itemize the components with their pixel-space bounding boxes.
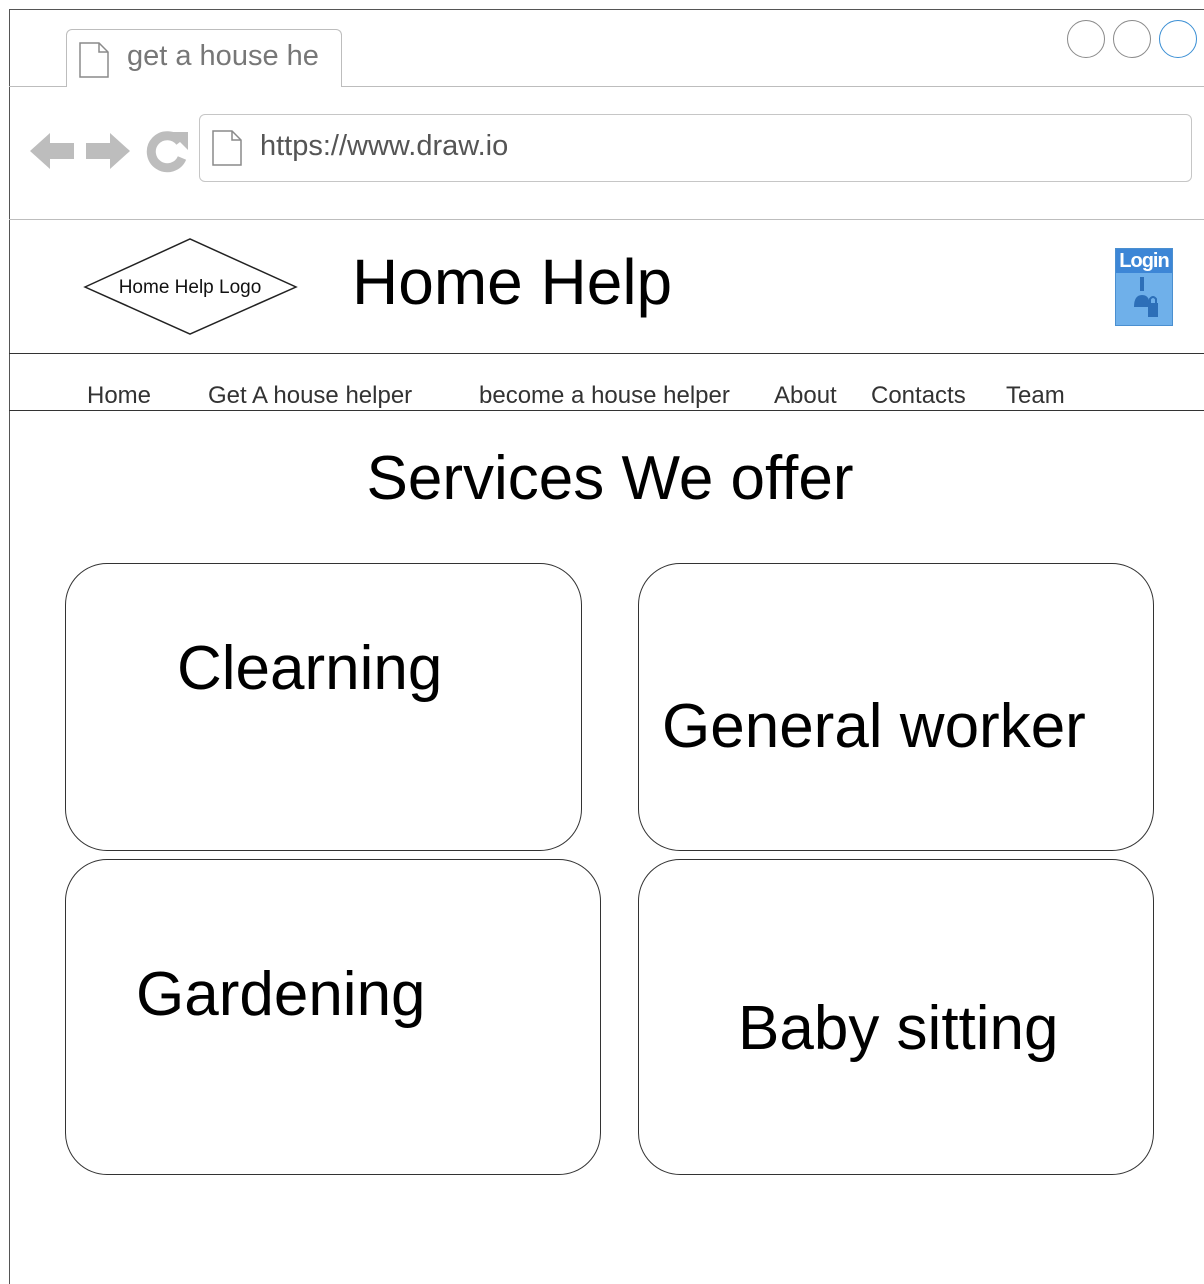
toolbar-divider: [9, 219, 1204, 220]
nav-item-home[interactable]: Home: [87, 382, 151, 410]
reload-icon[interactable]: [144, 128, 190, 174]
user-lock-icon: [1134, 277, 1158, 317]
forward-arrow-icon[interactable]: [84, 130, 132, 172]
window-minimize-button[interactable]: [1067, 20, 1105, 58]
service-card-label: Clearning: [177, 634, 443, 703]
back-arrow-icon[interactable]: [28, 130, 76, 172]
service-card-label: General worker: [662, 692, 1086, 761]
services-heading: Services We offer: [366, 444, 854, 513]
nav-item-get-house-helper[interactable]: Get A house helper: [208, 382, 412, 410]
page-icon: [212, 130, 242, 166]
url-text: https://www.draw.io: [260, 130, 509, 162]
service-card-label: Baby sitting: [738, 994, 1059, 1063]
home-help-logo[interactable]: Home Help Logo: [83, 237, 299, 337]
service-card-general-worker[interactable]: General worker: [638, 563, 1154, 851]
window-close-button[interactable]: [1159, 20, 1197, 58]
tab-strip-divider: [9, 86, 66, 87]
service-card-label: Gardening: [136, 960, 426, 1029]
address-bar[interactable]: https://www.draw.io: [199, 114, 1192, 182]
tab-strip-divider: [342, 86, 1204, 87]
service-card-gardening[interactable]: Gardening: [65, 859, 601, 1175]
nav-item-become-house-helper[interactable]: become a house helper: [479, 382, 730, 410]
tab-title: get a house he: [127, 40, 319, 72]
site-title: Home Help: [352, 246, 673, 318]
nav-item-about[interactable]: About: [774, 382, 837, 410]
login-label: Login: [1116, 249, 1172, 273]
window-maximize-button[interactable]: [1113, 20, 1151, 58]
nav-item-team[interactable]: Team: [1006, 382, 1065, 410]
page-icon: [79, 42, 109, 78]
login-button[interactable]: Login: [1115, 248, 1173, 326]
browser-tab[interactable]: get a house he: [66, 29, 342, 87]
service-card-cleaning[interactable]: Clearning: [65, 563, 582, 851]
service-card-baby-sitting[interactable]: Baby sitting: [638, 859, 1154, 1175]
nav-item-contacts[interactable]: Contacts: [871, 382, 966, 410]
logo-label: Home Help Logo: [119, 277, 262, 298]
